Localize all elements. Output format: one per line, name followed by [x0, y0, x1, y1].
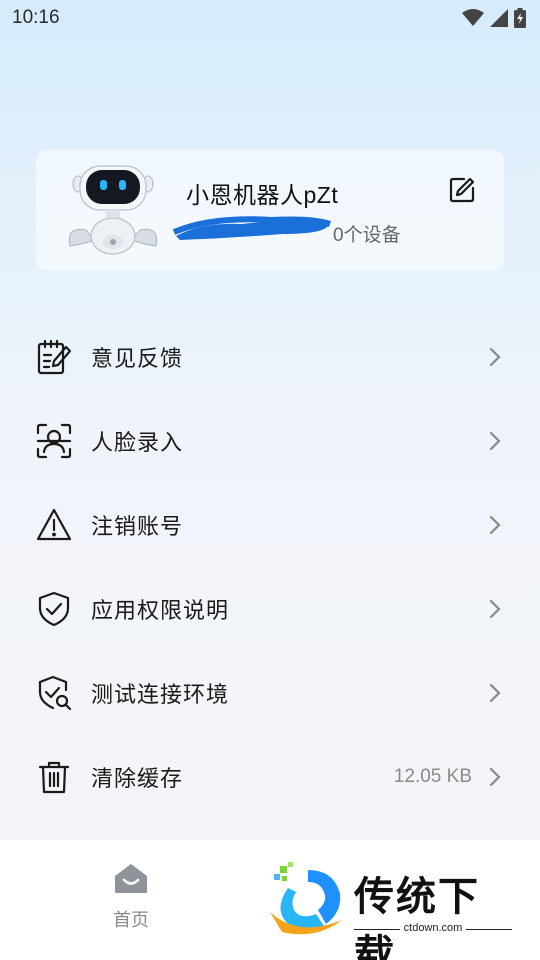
tab-home-label: 首页	[113, 910, 149, 930]
menu-item-face-enroll[interactable]: 人脸录入	[0, 399, 540, 483]
menu-label: 应用权限说明	[91, 598, 230, 623]
shield-check-icon	[36, 591, 72, 627]
shield-search-icon	[36, 675, 72, 711]
robot-avatar	[66, 164, 160, 258]
wifi-icon	[462, 9, 484, 27]
feedback-icon	[36, 339, 72, 375]
menu-item-permissions[interactable]: 应用权限说明	[0, 567, 540, 651]
battery-charging-icon	[514, 8, 526, 28]
menu-item-feedback[interactable]: 意见反馈	[0, 315, 540, 399]
menu-item-test-connection[interactable]: 测试连接环境	[0, 651, 540, 735]
profile-name: 小恩机器人pZt	[186, 182, 339, 208]
home-icon	[114, 862, 148, 898]
watermark-divider-right	[466, 929, 512, 930]
chevron-right-icon	[488, 431, 502, 451]
menu-item-delete-account[interactable]: 注销账号	[0, 483, 540, 567]
menu-label: 清除缓存	[91, 766, 184, 791]
watermark-subtitle: ctdown.com	[403, 922, 463, 934]
status-bar: 10:16	[0, 0, 540, 36]
chevron-right-icon	[488, 767, 502, 787]
chevron-right-icon	[488, 599, 502, 619]
menu-item-clear-cache[interactable]: 清除缓存 12.05 KB	[0, 735, 540, 819]
device-count: 0个设备	[333, 225, 401, 246]
menu-label: 测试连接环境	[91, 682, 230, 707]
watermark-logo-icon	[270, 862, 342, 935]
menu-label: 人脸录入	[91, 430, 184, 455]
face-scan-icon	[36, 423, 72, 459]
bottom-nav: 首页 传统下载 ctdown.com	[0, 840, 540, 960]
warning-icon	[36, 507, 72, 543]
settings-menu: 意见反馈 人脸录入 注销账号 应用权限说明 测试连接环境 清除缓存 12.05 …	[0, 315, 540, 819]
edit-icon[interactable]	[448, 176, 476, 204]
trash-icon	[36, 759, 72, 795]
menu-label: 意见反馈	[91, 346, 184, 371]
cache-size: 12.05 KB	[393, 766, 472, 787]
watermark-title: 传统下载	[354, 874, 480, 960]
cellular-signal-icon	[490, 9, 508, 27]
chevron-right-icon	[488, 683, 502, 703]
chevron-right-icon	[488, 347, 502, 367]
profile-card[interactable]: 小恩机器人pZt 0个设备	[36, 150, 504, 270]
watermark: 传统下载 ctdown.com	[268, 862, 518, 960]
phone-number-redaction	[172, 212, 332, 244]
tab-home[interactable]: 首页	[100, 862, 162, 942]
menu-label: 注销账号	[91, 514, 184, 539]
chevron-right-icon	[488, 515, 502, 535]
status-icons	[462, 8, 526, 28]
status-time: 10:16	[12, 7, 60, 28]
